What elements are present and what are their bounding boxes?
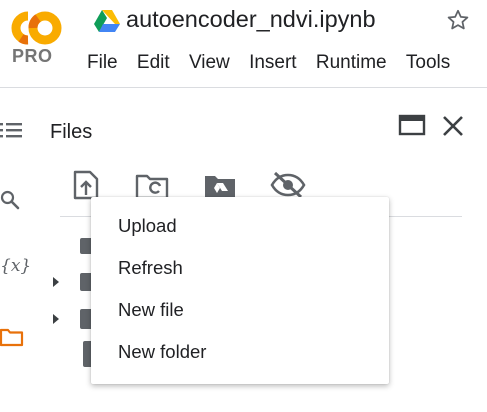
window-icon[interactable] xyxy=(398,113,426,137)
variables-icon[interactable]: {x} xyxy=(0,256,31,276)
menu-insert[interactable]: Insert xyxy=(249,52,297,74)
menu-edit[interactable]: Edit xyxy=(137,52,170,74)
header-divider xyxy=(0,87,487,88)
menu-item-upload[interactable]: Upload xyxy=(91,209,389,251)
eye-off-icon[interactable] xyxy=(270,170,306,200)
folder-icon[interactable] xyxy=(0,326,24,348)
drive-folder-icon[interactable] xyxy=(203,170,237,200)
menu-item-refresh[interactable]: Refresh xyxy=(91,251,389,293)
caret-right-icon[interactable] xyxy=(52,313,60,325)
search-icon[interactable] xyxy=(0,190,22,212)
files-context-menu: Upload Refresh New file New folder xyxy=(91,197,389,384)
upload-icon[interactable] xyxy=(72,170,100,200)
pro-badge: PRO xyxy=(12,46,53,66)
caret-right-icon[interactable] xyxy=(52,276,60,288)
menu-item-new-file[interactable]: New file xyxy=(91,293,389,335)
menu-file[interactable]: File xyxy=(87,52,118,74)
refresh-folder-icon[interactable] xyxy=(135,170,169,200)
menu-bar: File Edit View Insert Runtime Tools xyxy=(87,52,464,74)
menu-item-new-folder[interactable]: New folder xyxy=(91,335,389,377)
star-icon[interactable] xyxy=(445,7,471,33)
menu-view[interactable]: View xyxy=(189,52,230,74)
toc-icon[interactable] xyxy=(0,120,22,140)
notebook-title[interactable]: autoencoder_ndvi.ipynb xyxy=(126,6,376,33)
menu-runtime[interactable]: Runtime xyxy=(316,52,387,74)
drive-icon[interactable] xyxy=(94,10,120,32)
files-panel-title: Files xyxy=(50,121,93,143)
menu-tools[interactable]: Tools xyxy=(406,52,450,74)
close-icon[interactable] xyxy=(440,113,466,139)
